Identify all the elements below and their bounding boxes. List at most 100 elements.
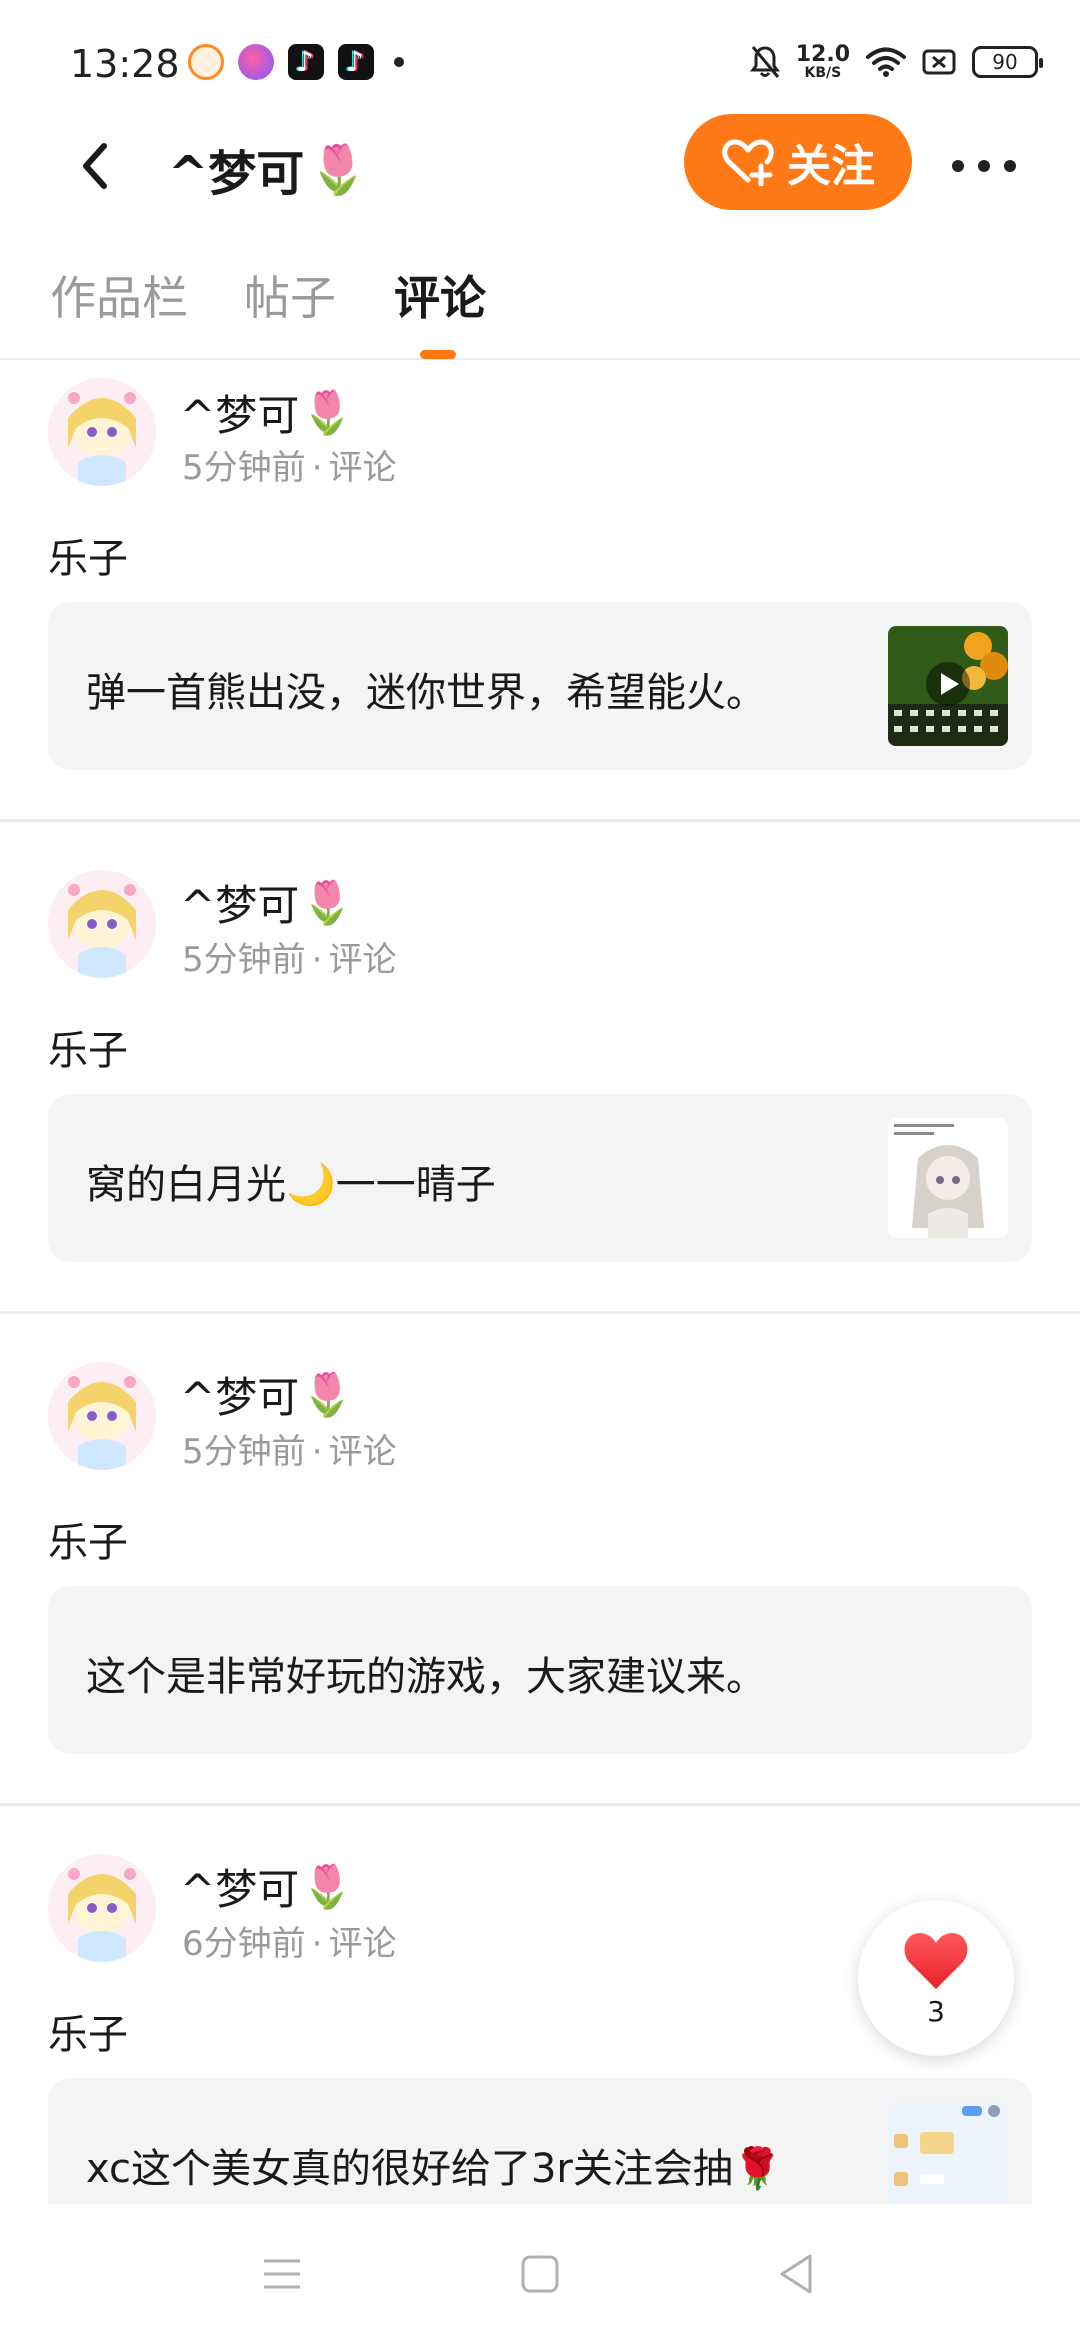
tulip-emoji: 🌷: [301, 387, 354, 437]
more-dots-icon: [952, 160, 964, 172]
more-dot: [978, 160, 990, 172]
wifi-icon: [866, 47, 906, 77]
image-thumbnail: [888, 1118, 1008, 1238]
quoted-post-text: 窝的白月光🌙一一晴子: [86, 1162, 496, 1208]
avatar-image: [48, 1854, 156, 1962]
menu-icon: [264, 2259, 300, 2289]
comment-meta: 5分钟前 · 评论: [182, 932, 396, 981]
user-name[interactable]: ^梦可 🌷: [180, 382, 354, 443]
like-count: 3: [927, 1994, 945, 2028]
quoted-post-card[interactable]: 这个是非常好玩的游戏，大家建议来。: [48, 1586, 1032, 1754]
douyin-notification-icon: [338, 44, 374, 80]
more-dot: [1004, 160, 1016, 172]
notification-icons: [188, 44, 404, 80]
home-button[interactable]: [510, 2246, 570, 2302]
active-tab-indicator: [420, 350, 456, 359]
avatar[interactable]: [48, 1854, 156, 1962]
bell-off-icon: [749, 46, 780, 78]
user-name[interactable]: ^梦可 🌷: [180, 1856, 354, 1917]
back-triangle-icon: [780, 2254, 812, 2294]
more-options-button[interactable]: [952, 136, 1016, 196]
heart-icon: [904, 1932, 968, 1989]
video-thumbnail-image: [888, 626, 1008, 746]
page-title-text: ^梦可: [168, 146, 305, 202]
comment-meta: 6分钟前 · 评论: [182, 1916, 396, 1965]
image-thumbnail-image: [888, 2102, 1008, 2204]
more-notifications-dot: [394, 57, 404, 67]
comment-time: 5分钟前: [182, 448, 306, 488]
quoted-post-card[interactable]: 窝的白月光🌙一一晴子: [48, 1094, 1032, 1262]
quoted-post-card[interactable]: xc这个美女真的很好给了3r关注会抽🌹: [48, 2078, 1032, 2204]
like-button[interactable]: 3: [858, 1900, 1014, 2056]
comment-item[interactable]: ^梦可 🌷 5分钟前 · 评论 乐子 窝的白月光🌙一一晴子: [0, 822, 1080, 1314]
top-bar: ^梦可 🌷 关注: [0, 110, 1080, 220]
comment-type: 评论: [328, 1924, 397, 1964]
back-arrow-icon: [83, 143, 107, 189]
avatar-image: [48, 870, 156, 978]
comment-text: 乐子: [48, 1028, 128, 1074]
tulip-emoji: 🌷: [308, 141, 368, 198]
comment-text: 乐子: [48, 2012, 128, 2058]
comment-item[interactable]: ^梦可 🌷 5分钟前 · 评论 乐子 弹一首熊出没，迷你世界，希望能火。: [0, 362, 1080, 822]
avatar-image: [48, 378, 156, 486]
tab-comments[interactable]: 评论: [394, 262, 486, 328]
recent-apps-button[interactable]: [252, 2246, 312, 2302]
meta-separator: ·: [311, 1924, 323, 1964]
avatar[interactable]: [48, 1362, 156, 1470]
comment-text: 乐子: [48, 1520, 128, 1566]
quoted-post-text: 这个是非常好玩的游戏，大家建议来。: [86, 1654, 766, 1700]
app-notification-icon: [238, 44, 274, 80]
image-thumbnail: [888, 2102, 1008, 2204]
status-indicators: 12.0 KB/S 90: [749, 42, 1043, 81]
tulip-emoji: 🌷: [301, 1369, 354, 1419]
home-square-icon: [521, 2255, 559, 2293]
comment-type: 评论: [328, 940, 397, 980]
comment-type: 评论: [328, 448, 397, 488]
user-name-text: ^梦可: [180, 391, 300, 440]
image-thumbnail-image: [888, 1118, 1008, 1238]
page-title: ^梦可 🌷: [168, 134, 368, 204]
comment-time: 5分钟前: [182, 940, 306, 980]
back-button[interactable]: [70, 138, 120, 194]
tulip-emoji: 🌷: [301, 877, 354, 927]
avatar[interactable]: [48, 870, 156, 978]
comment-time: 5分钟前: [182, 1432, 306, 1472]
status-time: 13:28: [70, 42, 180, 86]
sim-off-icon: [922, 49, 956, 75]
net-speed-unit: KB/S: [804, 65, 842, 81]
comment-item[interactable]: ^梦可 🌷 5分钟前 · 评论 乐子 这个是非常好玩的游戏，大家建议来。: [0, 1314, 1080, 1806]
follow-label: 关注: [787, 141, 875, 192]
comment-text: 乐子: [48, 536, 128, 582]
meta-separator: ·: [311, 1432, 323, 1472]
tulip-emoji: 🌷: [301, 1861, 354, 1911]
quoted-post-text: 弹一首熊出没，迷你世界，希望能火。: [86, 670, 766, 716]
comment-meta: 5分钟前 · 评论: [182, 440, 396, 489]
avatar[interactable]: [48, 378, 156, 486]
meta-separator: ·: [311, 448, 323, 488]
tab-works[interactable]: 作品栏: [50, 262, 188, 328]
user-name-text: ^梦可: [180, 1865, 300, 1914]
system-nav-bar: [0, 2206, 1080, 2340]
system-back-button[interactable]: [766, 2246, 826, 2302]
douyin-notification-icon: [288, 44, 324, 80]
comment-type: 评论: [328, 1432, 397, 1472]
comment-time: 6分钟前: [182, 1924, 306, 1964]
profile-tabs: 作品栏 帖子 评论: [0, 250, 1080, 360]
quoted-post-card[interactable]: 弹一首熊出没，迷你世界，希望能火。: [48, 602, 1032, 770]
battery-indicator: 90: [972, 46, 1043, 78]
follow-button[interactable]: 关注: [684, 114, 912, 210]
user-name[interactable]: ^梦可 🌷: [180, 1364, 354, 1425]
video-thumbnail: [888, 626, 1008, 746]
user-name-text: ^梦可: [180, 881, 300, 930]
status-bar: 13:28 12.0 KB/S: [0, 0, 1080, 120]
user-name[interactable]: ^梦可 🌷: [180, 872, 354, 933]
comment-meta: 5分钟前 · 评论: [182, 1424, 396, 1473]
user-name-text: ^梦可: [180, 1373, 300, 1422]
heart-plus-icon: [722, 139, 774, 186]
meta-separator: ·: [311, 940, 323, 980]
net-speed: 12.0 KB/S: [795, 42, 850, 81]
net-speed-value: 12.0: [795, 42, 850, 67]
tab-posts[interactable]: 帖子: [244, 262, 336, 328]
profile-comments-page: 13:28 12.0 KB/S: [0, 0, 1080, 2340]
avatar-image: [48, 1362, 156, 1470]
